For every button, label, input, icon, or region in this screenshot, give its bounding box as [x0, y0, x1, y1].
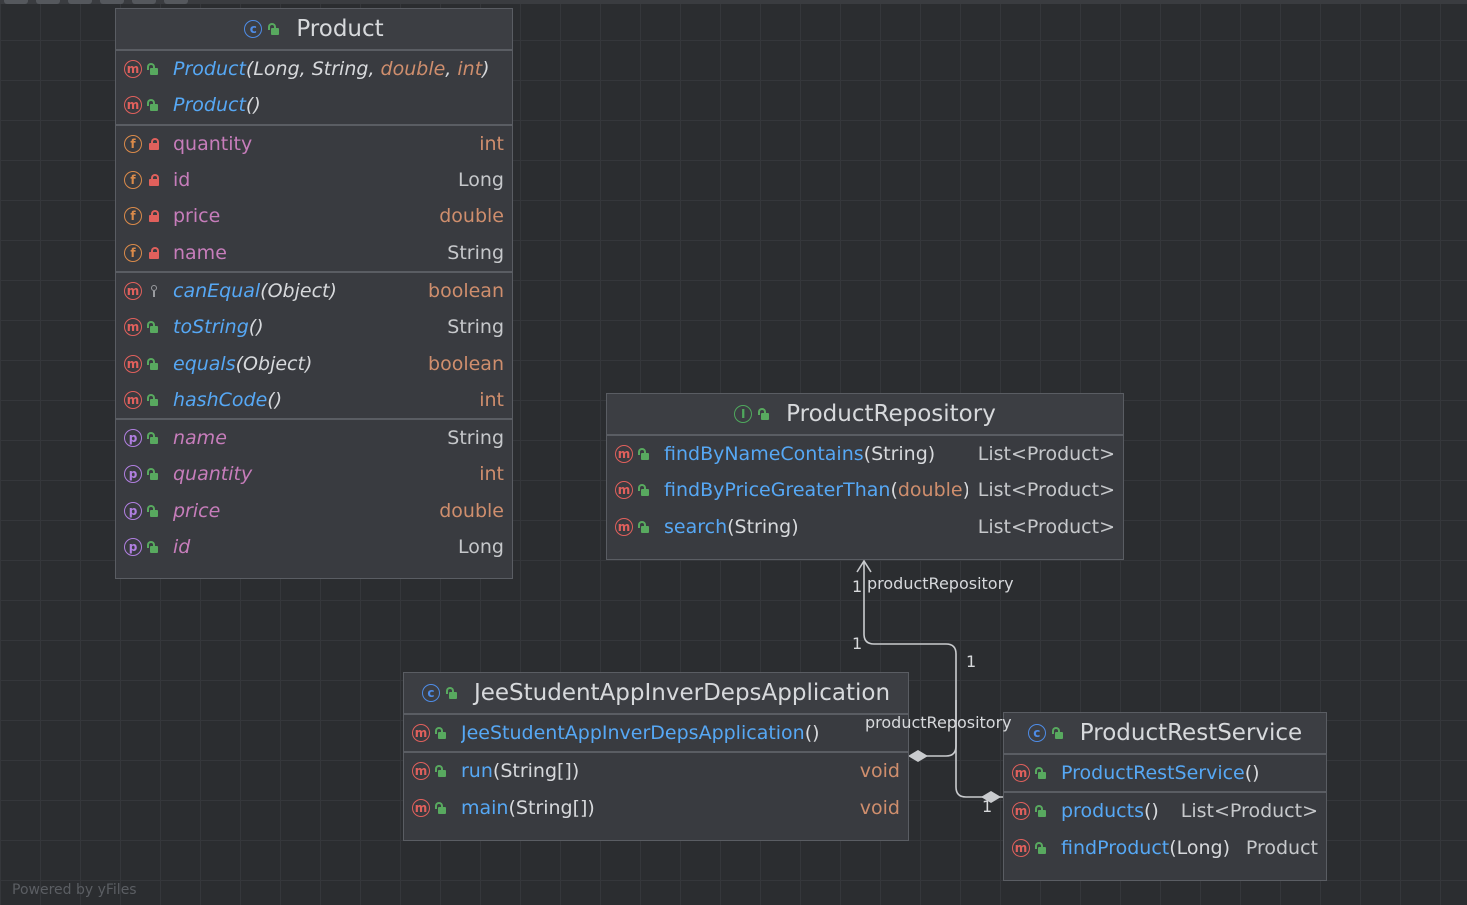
public-icon — [1035, 841, 1047, 854]
protected-key-icon — [149, 284, 159, 297]
method-row[interactable]: m search (String) List<Product> — [607, 509, 1123, 545]
method-row[interactable]: m hashCode() int — [116, 382, 512, 418]
field-icon: f — [124, 134, 142, 153]
property-row[interactable]: p name String — [116, 420, 512, 456]
public-icon — [638, 520, 650, 533]
method-icon: m — [124, 318, 142, 337]
private-lock-icon — [149, 174, 159, 187]
public-icon — [445, 687, 458, 699]
product-repository-interface-node[interactable]: I ProductRepository m findByNameContains… — [606, 393, 1124, 560]
public-icon — [1035, 767, 1047, 780]
product-rest-service-header[interactable]: c ProductRestService — [1004, 713, 1326, 755]
property-row[interactable]: p id Long — [116, 529, 512, 565]
product-repository-header[interactable]: I ProductRepository — [607, 394, 1123, 436]
class-title: JeeStudentAppInverDepsApplication — [473, 680, 891, 706]
method-row[interactable]: m products() List<Product> — [1004, 793, 1326, 829]
abstract-method-icon: m — [615, 517, 633, 536]
property-row[interactable]: p quantity int — [116, 456, 512, 492]
public-icon — [1051, 727, 1064, 739]
class-icon: c — [244, 20, 263, 38]
property-icon: p — [124, 501, 142, 520]
method-icon: m — [1012, 838, 1030, 857]
method-row[interactable]: m equals (Object) boolean — [116, 345, 512, 381]
method-icon: m — [124, 60, 142, 79]
constructor-row[interactable]: m ProductRestService() — [1004, 755, 1326, 791]
application-class-node[interactable]: c JeeStudentAppInverDepsApplication m Je… — [403, 672, 909, 841]
public-icon — [147, 541, 159, 553]
private-lock-icon — [149, 246, 159, 259]
product-rest-service-class-node[interactable]: c ProductRestService m ProductRestServic… — [1003, 712, 1327, 881]
product-class-node[interactable]: c Product m Product (Long, String, doubl… — [115, 8, 513, 579]
public-icon — [147, 393, 159, 406]
class-title: Product — [296, 16, 384, 42]
method-row[interactable]: m run (String[]) void — [404, 753, 908, 789]
method-icon: m — [124, 281, 142, 300]
application-class-header[interactable]: c JeeStudentAppInverDepsApplication — [404, 673, 908, 715]
method-row[interactable]: m findProduct (Long) Product — [1004, 830, 1326, 866]
abstract-method-icon: m — [615, 445, 633, 464]
public-icon — [147, 432, 159, 445]
field-row[interactable]: f name String — [116, 234, 512, 270]
field-icon: f — [124, 243, 142, 262]
constructor-row[interactable]: m Product (Long, String, double, int) — [116, 51, 512, 87]
public-icon — [147, 357, 159, 370]
product-class-header[interactable]: c Product — [116, 9, 512, 51]
private-lock-icon — [149, 210, 159, 223]
method-icon: m — [1012, 802, 1030, 821]
interface-icon: I — [734, 405, 753, 423]
class-title: ProductRestService — [1079, 720, 1303, 746]
method-icon: m — [124, 390, 142, 409]
property-icon: p — [124, 538, 142, 556]
field-icon: f — [124, 207, 142, 226]
public-icon — [147, 468, 159, 481]
property-icon: p — [124, 465, 142, 484]
method-row[interactable]: m main (String[]) void — [404, 790, 908, 826]
multiplicity-label: 1 — [852, 634, 863, 653]
field-icon: f — [124, 171, 142, 190]
property-row[interactable]: p price double — [116, 493, 512, 529]
public-icon — [147, 63, 159, 76]
public-icon — [147, 504, 159, 517]
field-row[interactable]: f price double — [116, 198, 512, 234]
public-icon — [435, 765, 447, 778]
class-icon: c — [1027, 724, 1046, 742]
public-icon — [638, 448, 650, 461]
abstract-method-icon: m — [615, 481, 633, 500]
field-row[interactable]: f quantity int — [116, 126, 512, 162]
method-icon: m — [412, 762, 430, 781]
public-icon — [268, 23, 280, 35]
method-icon: m — [1012, 764, 1030, 783]
public-icon — [638, 484, 650, 497]
multiplicity-label: 1 — [966, 652, 977, 671]
method-row[interactable]: m toString() String — [116, 309, 512, 345]
edge-label-product-repository: productRepository — [865, 713, 1012, 732]
field-row[interactable]: f id Long — [116, 162, 512, 198]
powered-by-watermark: Powered by yFiles — [12, 882, 137, 898]
public-icon — [147, 321, 159, 334]
method-row[interactable]: m findByPriceGreaterThan(double) List<Pr… — [607, 472, 1123, 508]
method-row[interactable]: m canEqual (Object) boolean — [116, 273, 512, 309]
public-icon — [758, 408, 770, 420]
app-composition-diamond — [908, 750, 928, 762]
edge-label-product-repository: productRepository — [867, 574, 1014, 593]
constructor-row[interactable]: m JeeStudentAppInverDepsApplication() — [404, 715, 908, 751]
property-icon: p — [124, 429, 142, 448]
public-icon — [435, 727, 447, 740]
method-icon: m — [124, 354, 142, 373]
interface-title: ProductRepository — [786, 401, 996, 427]
private-lock-icon — [149, 137, 159, 150]
constructor-row[interactable]: m Product() — [116, 87, 512, 123]
public-icon — [435, 801, 447, 814]
method-icon: m — [412, 724, 430, 743]
application-class-icon: c — [421, 684, 440, 702]
public-icon — [1035, 805, 1047, 818]
method-icon: m — [124, 96, 142, 115]
method-icon: m — [412, 798, 430, 817]
method-row[interactable]: m findByNameContains (String) List<Produc… — [607, 436, 1123, 472]
multiplicity-label: 1 — [852, 577, 863, 596]
public-icon — [147, 99, 159, 112]
multiplicity-label: 1 — [982, 797, 993, 816]
